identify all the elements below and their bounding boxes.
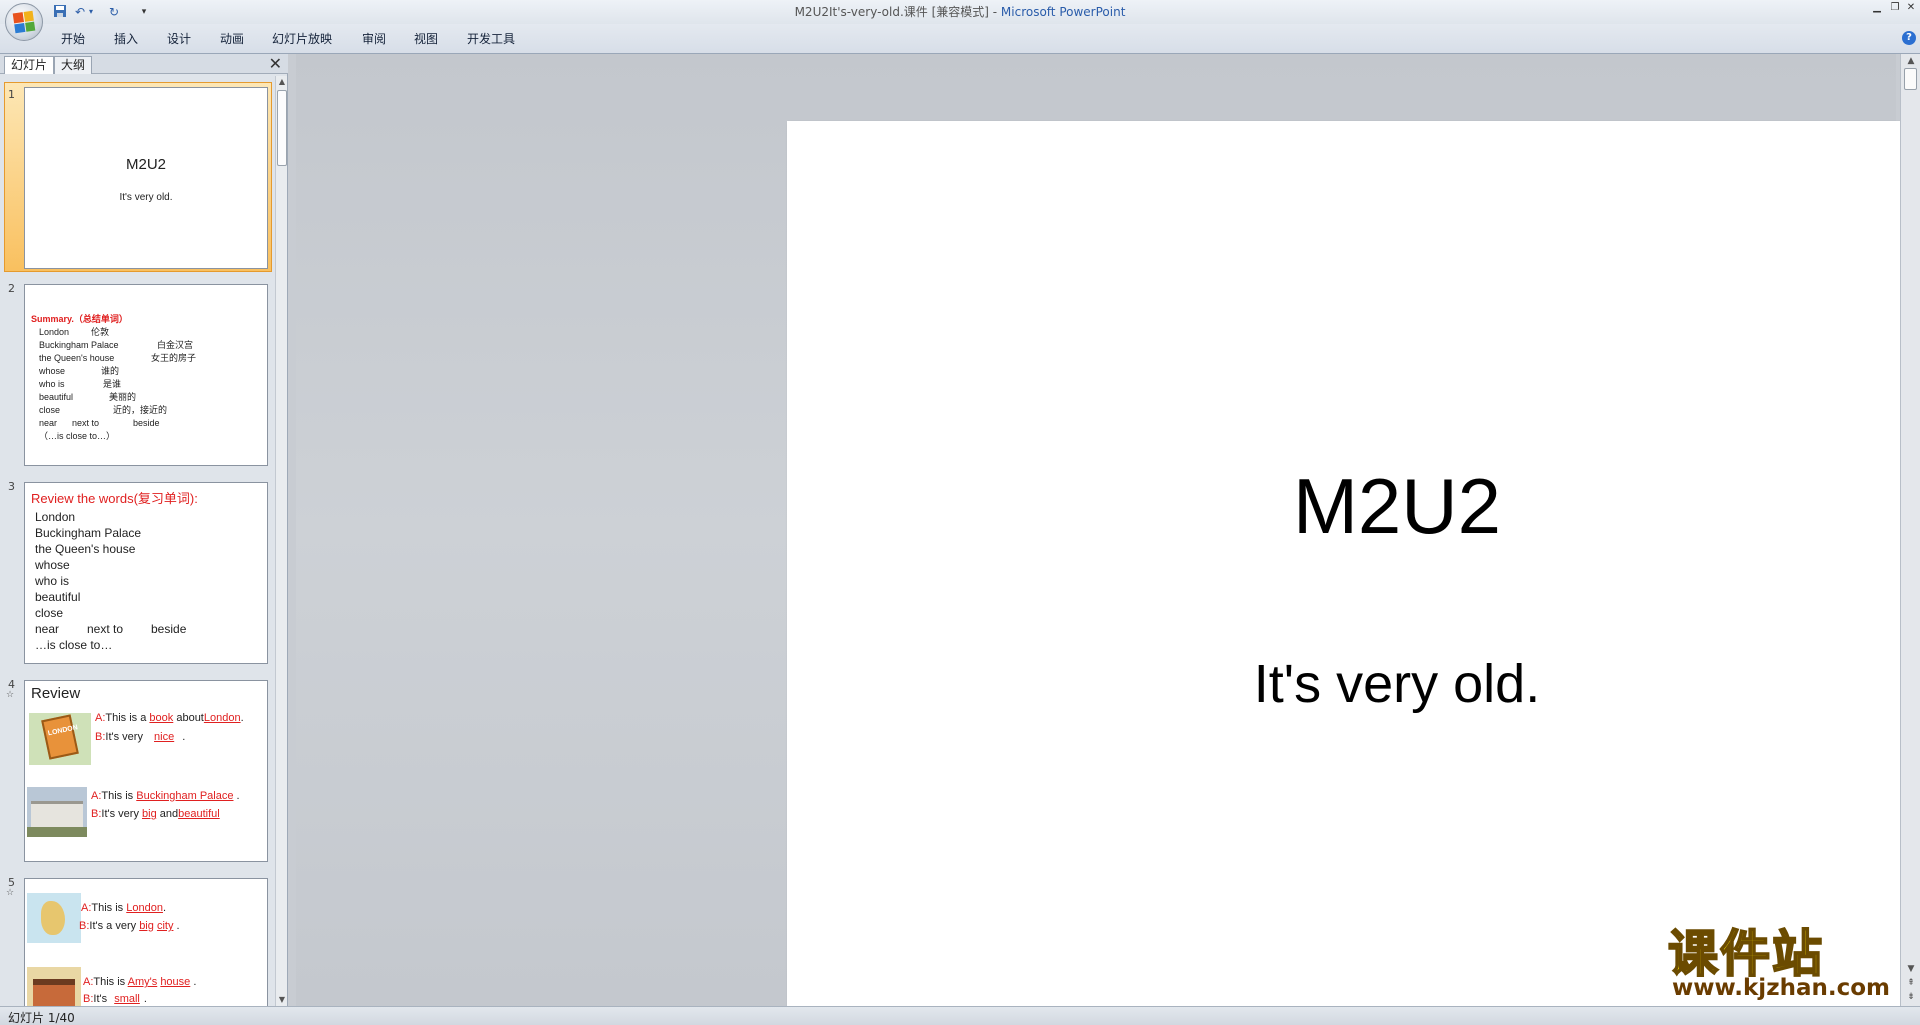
close-pane-icon[interactable]: ✕	[269, 55, 282, 73]
office-logo-icon	[12, 10, 36, 34]
slide-number: 3	[8, 480, 15, 493]
scroll-down-icon[interactable]: ▼	[276, 994, 288, 1006]
dialog-line: B:It's a very big city .	[79, 920, 180, 932]
watermark-url: www.kjzhan.com	[1672, 975, 1890, 1001]
dialog-line: B:It's very nice.	[95, 731, 186, 743]
list-item: close	[35, 606, 64, 620]
list-item: the Queen's house	[35, 542, 136, 556]
scroll-up-icon[interactable]: ▲	[276, 76, 288, 88]
scroll-up-icon[interactable]: ▲	[1901, 54, 1920, 68]
slide-preview: A:This is London. B:It's a very big city…	[24, 878, 268, 1006]
word-list: London Buckingham Palace the Queen's hou…	[35, 509, 255, 653]
list-item: Buckingham Palace	[35, 526, 142, 540]
slide-number: 2	[8, 282, 15, 295]
slide-thumb-2[interactable]: 2 Summary.（总结单词） London 伦敦 Buckingham Pal…	[0, 280, 272, 466]
editor-scrollbar[interactable]: ▲ ▼ ⇞ ⇟	[1900, 54, 1920, 1006]
dialog-line: B:It's very big andbeautiful	[91, 808, 220, 820]
tab-home[interactable]: 开始	[61, 30, 85, 47]
close-window-icon[interactable]: ✕	[1902, 1, 1920, 15]
tab-outline[interactable]: 大纲	[54, 56, 93, 74]
summary-list: London 伦敦 Buckingham Palace 白金汉宫 the Queen…	[39, 326, 239, 443]
minimize-icon[interactable]: ▁	[1868, 1, 1886, 15]
slide-thumbnails: 1 M2U2 It's very old. 2 Summary.（总结单词） L…	[0, 76, 272, 1006]
status-bar: 幻灯片 1/40	[0, 1006, 1920, 1025]
house-image	[27, 967, 81, 1006]
thumbnail-scrollbar[interactable]: ▲ ▼	[275, 76, 287, 1006]
current-slide[interactable]: M2U2 It's very old.	[787, 121, 1920, 1025]
list-item: the Queen's house 女王的房子	[39, 353, 197, 363]
tab-design[interactable]: 设计	[167, 30, 191, 47]
app-name: Microsoft PowerPoint	[1000, 5, 1126, 19]
list-item: who is	[35, 574, 70, 588]
palace-image	[27, 787, 87, 837]
thumb-heading: Review	[31, 685, 81, 702]
thumb-subtitle: It's very old.	[119, 192, 173, 203]
animation-star-icon: ☆	[6, 888, 15, 898]
tab-developer[interactable]: 开发工具	[467, 30, 515, 47]
slide-editor: M2U2 It's very old.	[296, 54, 1920, 1025]
tab-slideshow[interactable]: 幻灯片放映	[272, 30, 332, 47]
ribbon-tabs: 开始 插入 设计 动画 幻灯片放映 审阅 视图 开发工具 ?	[0, 24, 1920, 54]
watermark-text: 课件站	[1667, 925, 1824, 983]
list-item: near next to beside	[39, 418, 160, 428]
list-item: Buckingham Palace 白金汉宫	[39, 340, 194, 350]
watermark-logo: 课件站 www.kjzhan.com	[1667, 925, 1908, 1001]
list-item: （…is close to…）	[39, 431, 116, 441]
dialog-line: A:This is Buckingham Palace .	[91, 790, 240, 802]
window-title: M2U2It's-very-old.课件 [兼容模式] - Microsoft …	[0, 3, 1920, 20]
scroll-thumb[interactable]	[277, 90, 287, 166]
list-item: who is 是谁	[39, 379, 122, 389]
slide-title[interactable]: M2U2	[787, 461, 1920, 552]
office-button[interactable]	[5, 3, 43, 41]
list-item: …is close to…	[35, 638, 113, 652]
slide-thumb-1[interactable]: 1 M2U2 It's very old.	[0, 82, 272, 274]
list-item: beautiful	[35, 590, 81, 604]
title-bar: ↶ ▾ ↻ ▾ M2U2It's-very-old.课件 [兼容模式] - Mi…	[0, 0, 1920, 41]
slides-pane: 幻灯片 大纲 ✕ 1 M2U2 It's very old. 2 Summary…	[0, 54, 288, 1006]
pane-tabs: 幻灯片 大纲 ✕	[0, 54, 288, 74]
list-item: near next to beside	[35, 622, 187, 636]
dialog-line: A:This is Amy's house .	[83, 976, 197, 988]
document-name: M2U2It's-very-old.课件 [兼容模式] -	[794, 5, 1001, 19]
list-item: London 伦敦	[39, 327, 110, 337]
slide-thumb-3[interactable]: 3 Review the words(复习单词): London Bucking…	[0, 478, 272, 664]
slide-subtitle[interactable]: It's very old.	[787, 653, 1920, 715]
thumb-heading: Summary.（总结单词）	[31, 314, 128, 324]
list-item: close 近的，接近的	[39, 405, 168, 415]
tab-insert[interactable]: 插入	[114, 30, 138, 47]
map-image	[27, 893, 81, 943]
thumb-heading: Review the words(复习单词):	[31, 491, 198, 506]
slide-counter: 幻灯片 1/40	[8, 1011, 75, 1025]
tab-view[interactable]: 视图	[414, 30, 438, 47]
list-item: whose 谁的	[39, 366, 120, 376]
scroll-thumb[interactable]	[1904, 68, 1917, 90]
dialog-line: B:It's small.	[83, 993, 147, 1005]
list-item: whose	[35, 558, 70, 572]
dialog-line: A:This is a book aboutLondon.	[95, 712, 244, 724]
help-icon[interactable]: ?	[1902, 31, 1916, 45]
slide-preview: Summary.（总结单词） London 伦敦 Buckingham Palac…	[24, 284, 268, 466]
animation-star-icon: ☆	[6, 690, 15, 700]
dialog-line: A:This is London.	[81, 902, 167, 914]
slide-preview: M2U2 It's very old.	[24, 87, 268, 269]
slide-preview: Review LONDON A:This is a book aboutLond…	[24, 680, 268, 862]
thumb-title: M2U2	[125, 156, 166, 173]
tab-review[interactable]: 审阅	[362, 30, 386, 47]
london-book-image: LONDON	[29, 713, 91, 765]
list-item: London	[35, 510, 76, 524]
slide-thumb-4[interactable]: 4 ☆ Review LONDON A:This is a book about…	[0, 676, 272, 862]
tab-animations[interactable]: 动画	[220, 30, 244, 47]
list-item: beautiful 美丽的	[39, 392, 137, 402]
tab-slides[interactable]: 幻灯片	[4, 56, 55, 74]
slide-number: 1	[8, 88, 15, 101]
slide-thumb-5[interactable]: 5 ☆ A:This is London. B:It's a very big …	[0, 874, 272, 1006]
slide-preview: Review the words(复习单词): London Buckingha…	[24, 482, 268, 664]
